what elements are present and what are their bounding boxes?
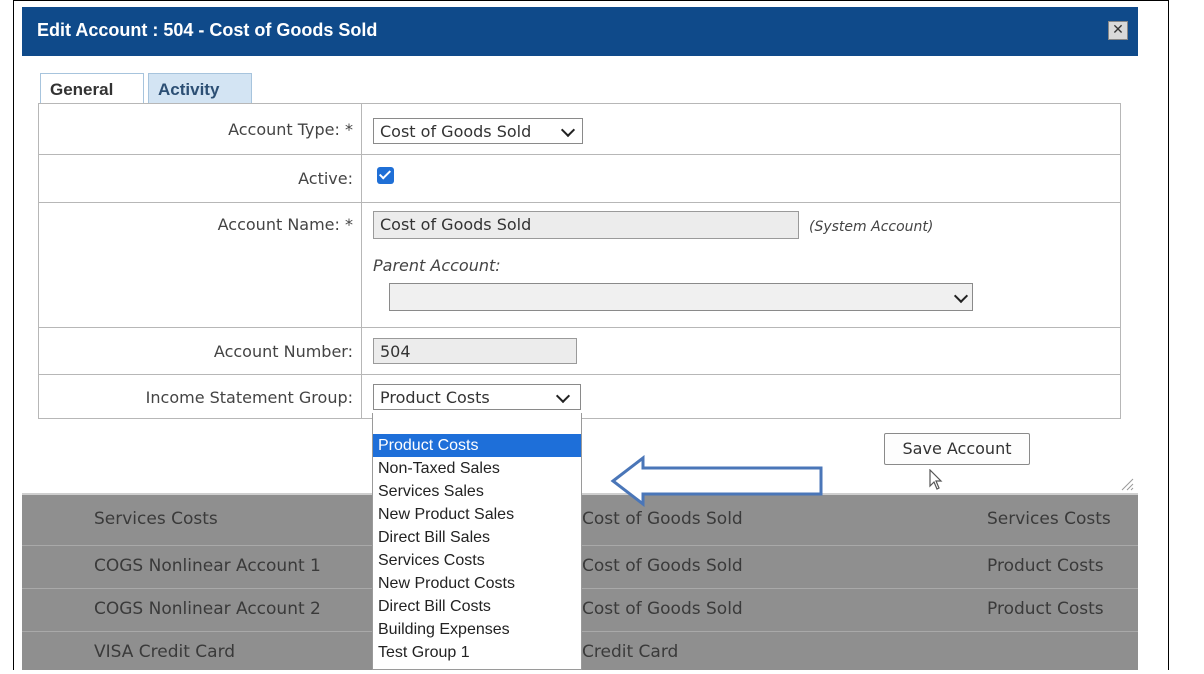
account-name-label: Account Name: * bbox=[217, 215, 353, 234]
account-type-cell: Cost of Goods Sold bbox=[582, 556, 743, 576]
active-row: Active: bbox=[39, 155, 1120, 203]
account-number-label: Account Number: bbox=[213, 342, 353, 361]
chevron-down-icon bbox=[953, 288, 969, 304]
active-value-cell bbox=[363, 155, 1120, 202]
account-name-cell: Services Costs bbox=[94, 509, 218, 529]
account-type-label-cell: Account Type: * bbox=[39, 104, 362, 154]
account-name-value-cell: Cost of Goods Sold (System Account) Pare… bbox=[363, 203, 1120, 327]
dropdown-option-product-costs[interactable]: Product Costs bbox=[373, 434, 581, 457]
income-statement-group-label: Income Statement Group: bbox=[145, 388, 353, 407]
account-type-cell: Cost of Goods Sold bbox=[582, 509, 743, 529]
account-name-label-cell: Account Name: * bbox=[39, 203, 362, 327]
dropdown-option-new-product-costs[interactable]: New Product Costs bbox=[373, 572, 581, 595]
statement-group-cell: Product Costs bbox=[987, 599, 1104, 619]
income-statement-group-dropdown-list[interactable]: Product Costs Non-Taxed Sales Services S… bbox=[372, 413, 582, 670]
dropdown-option-direct-bill-costs[interactable]: Direct Bill Costs bbox=[373, 595, 581, 618]
income-statement-group-label-cell: Income Statement Group: bbox=[39, 375, 362, 418]
income-statement-group-row: Income Statement Group: Product Costs bbox=[39, 375, 1120, 418]
account-number-row: Account Number: 504 bbox=[39, 328, 1120, 375]
account-number-value: 504 bbox=[380, 342, 411, 361]
statement-group-cell: Product Costs bbox=[987, 556, 1104, 576]
account-number-label-cell: Account Number: bbox=[39, 328, 362, 374]
tab-activity[interactable]: Activity bbox=[148, 73, 252, 105]
account-type-value-cell: Cost of Goods Sold bbox=[363, 104, 1120, 154]
left-arrow-annotation-icon bbox=[610, 455, 823, 507]
frame-border-left bbox=[13, 0, 14, 670]
chevron-down-icon bbox=[555, 388, 571, 404]
account-name-cell: COGS Nonlinear Account 1 bbox=[94, 556, 321, 576]
active-label: Active: bbox=[298, 169, 353, 188]
account-name-cell: VISA Credit Card bbox=[94, 642, 236, 662]
system-account-note: (System Account) bbox=[809, 219, 934, 235]
close-icon[interactable]: ✕ bbox=[1108, 21, 1128, 40]
tab-general[interactable]: General bbox=[40, 73, 144, 105]
dropdown-option-test-group-1[interactable]: Test Group 1 bbox=[373, 641, 581, 664]
parent-account-label: Parent Account: bbox=[373, 256, 501, 275]
frame-border-right bbox=[1168, 0, 1169, 670]
account-name-row: Account Name: * Cost of Goods Sold (Syst… bbox=[39, 203, 1120, 328]
save-account-button[interactable]: Save Account bbox=[884, 433, 1030, 465]
account-type-cell: Cost of Goods Sold bbox=[582, 599, 743, 619]
account-type-cell: Credit Card bbox=[582, 642, 679, 662]
income-statement-group-selected-value: Product Costs bbox=[380, 388, 490, 407]
statement-group-cell: Services Costs bbox=[987, 509, 1111, 529]
income-statement-group-value-cell: Product Costs bbox=[363, 375, 1120, 418]
dropdown-option-non-taxed-sales[interactable]: Non-Taxed Sales bbox=[373, 457, 581, 480]
account-number-field[interactable]: 504 bbox=[373, 338, 577, 364]
dialog-title: Edit Account : 504 - Cost of Goods Sold bbox=[37, 20, 378, 40]
income-statement-group-select[interactable]: Product Costs bbox=[373, 384, 581, 410]
account-type-select[interactable]: Cost of Goods Sold bbox=[373, 118, 583, 144]
active-label-cell: Active: bbox=[39, 155, 362, 202]
dropdown-option-new-product-sales[interactable]: New Product Sales bbox=[373, 503, 581, 526]
dropdown-option-building-expenses[interactable]: Building Expenses bbox=[373, 618, 581, 641]
dropdown-option-services-sales[interactable]: Services Sales bbox=[373, 480, 581, 503]
account-type-selected-value: Cost of Goods Sold bbox=[380, 122, 532, 141]
dropdown-option-direct-bill-sales[interactable]: Direct Bill Sales bbox=[373, 526, 581, 549]
resize-grip-icon[interactable] bbox=[1118, 475, 1134, 491]
pointer-cursor-icon bbox=[929, 469, 943, 490]
account-number-value-cell: 504 bbox=[363, 328, 1120, 374]
frame-border-top bbox=[13, 0, 1169, 1]
account-type-label: Account Type: * bbox=[228, 120, 353, 139]
account-name-field[interactable]: Cost of Goods Sold bbox=[373, 211, 799, 239]
checkbox-checked-icon[interactable] bbox=[377, 167, 394, 184]
dropdown-spacer bbox=[373, 413, 581, 434]
account-type-row: Account Type: * Cost of Goods Sold bbox=[39, 104, 1120, 155]
chevron-down-icon bbox=[560, 122, 576, 138]
account-name-cell: COGS Nonlinear Account 2 bbox=[94, 599, 321, 619]
account-form: Account Type: * Cost of Goods Sold Activ… bbox=[38, 103, 1121, 419]
account-name-value: Cost of Goods Sold bbox=[380, 215, 532, 234]
dialog-titlebar[interactable]: Edit Account : 504 - Cost of Goods Sold … bbox=[22, 7, 1138, 56]
dropdown-option-services-costs[interactable]: Services Costs bbox=[373, 549, 581, 572]
parent-account-select[interactable] bbox=[389, 283, 973, 311]
